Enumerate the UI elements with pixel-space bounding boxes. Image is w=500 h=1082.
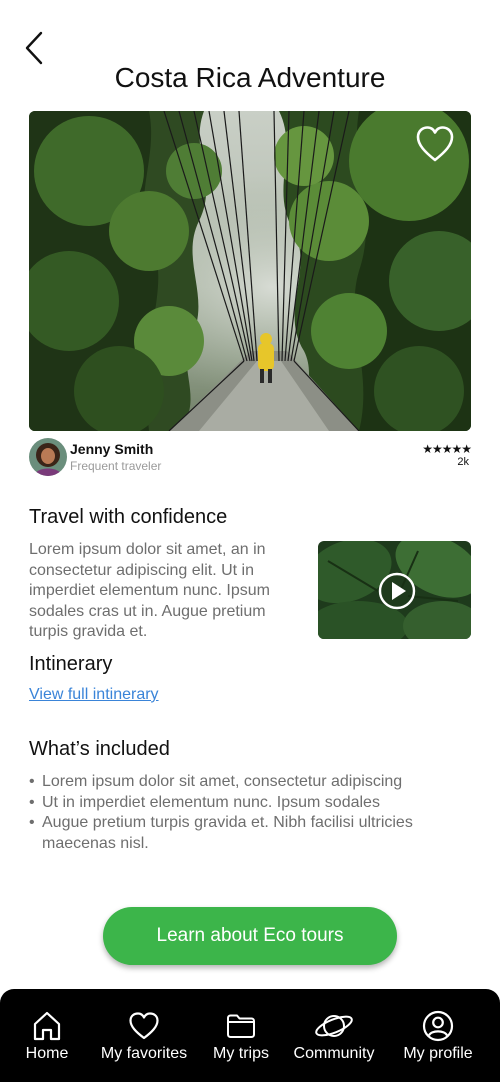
page-title: Costa Rica Adventure: [114, 62, 386, 93]
folder-icon: [227, 1014, 255, 1038]
rating-count: 2k: [457, 456, 469, 468]
profile-icon: [422, 1010, 454, 1042]
author-row: Jenny Smith Frequent traveler ★★★★★ 2k: [29, 437, 472, 477]
view-itinerary-link[interactable]: View full intinerary: [29, 686, 159, 704]
list-item: • Ut in imperdiet elementum nunc. Ipsum s…: [29, 793, 469, 814]
confidence-heading: Travel with confidence: [29, 506, 228, 528]
video-thumbnail[interactable]: [318, 541, 471, 639]
learn-eco-tours-button[interactable]: Learn about Eco tours: [103, 907, 397, 965]
hero-image: [29, 111, 471, 431]
list-item: • Lorem ipsum dolor sit amet, consectetur…: [29, 772, 469, 793]
tab-label: My profile: [403, 1045, 473, 1062]
author-subtitle: Frequent traveler: [70, 459, 162, 473]
tab-my-favorites[interactable]: My favorites: [94, 989, 194, 1082]
included-list: • Lorem ipsum dolor sit amet, consectetur…: [29, 772, 469, 854]
tab-label: Community: [293, 1045, 375, 1062]
tab-my-trips[interactable]: My trips: [206, 989, 276, 1082]
author-name: Jenny Smith: [70, 441, 154, 457]
tab-home[interactable]: Home: [12, 989, 82, 1082]
heart-icon: [416, 126, 454, 162]
favorite-button[interactable]: [415, 125, 455, 163]
home-icon: [33, 1011, 61, 1041]
bullet: •: [29, 814, 35, 831]
bottom-tab-bar: Home My favorites My trips Community My …: [0, 989, 500, 1082]
rating-stars: ★★★★★: [422, 442, 472, 456]
back-button[interactable]: [20, 30, 50, 66]
heart-icon: [129, 1012, 159, 1040]
planet-icon: [315, 1015, 353, 1037]
avatar[interactable]: [29, 438, 67, 476]
tab-community[interactable]: Community: [286, 989, 382, 1082]
list-item: • Augue pretium turpis gravida et. Nibh f…: [29, 814, 413, 852]
tab-label: Home: [25, 1045, 69, 1062]
confidence-text: Lorem ipsum dolor sit amet, an in consec…: [29, 541, 270, 640]
bullet: •: [29, 773, 35, 790]
chevron-left-icon: [25, 31, 43, 65]
tab-my-profile[interactable]: My profile: [396, 989, 480, 1082]
tab-label: My favorites: [100, 1045, 188, 1062]
itinerary-heading: Intinerary: [29, 653, 113, 675]
tab-label: My trips: [213, 1045, 269, 1062]
included-heading: What’s included: [29, 738, 170, 760]
bullet: •: [29, 793, 35, 811]
